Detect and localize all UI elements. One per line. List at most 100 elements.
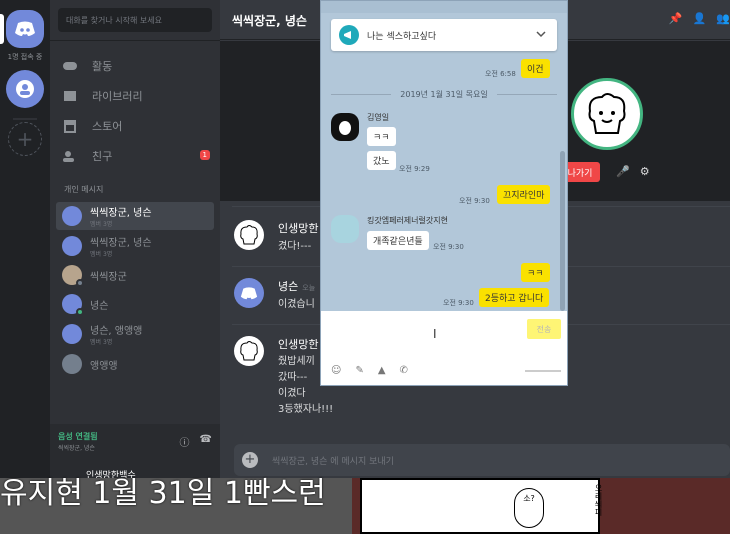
message-author[interactable]: 인생망한	[278, 336, 318, 352]
status-indicator	[76, 308, 84, 316]
avatar	[234, 336, 264, 366]
muffin-character-icon	[588, 93, 626, 134]
nav-friends-label: 친구	[92, 150, 113, 163]
dm-name: 씩씩장군, 녕슨	[90, 238, 152, 249]
group-icon	[16, 80, 34, 98]
voice-connection-panel: 음성 연결됨 씩씩장군, 녕슨 ⓘ ☎	[50, 424, 220, 464]
attach-icon[interactable]: ✎	[355, 365, 363, 376]
message-time: 오전 9:30	[459, 197, 490, 205]
avatar	[62, 236, 82, 256]
info-icon[interactable]: ⓘ	[180, 434, 190, 449]
dm-item[interactable]: 씩씩장군, 녕슨멤버 3명	[56, 202, 214, 230]
dm-item[interactable]: 앵앵앵	[56, 350, 214, 378]
guild-selected-indicator	[0, 14, 4, 44]
opacity-slider[interactable]	[525, 370, 561, 372]
library-icon	[62, 89, 78, 103]
egg-icon	[339, 121, 351, 135]
message-time: 오전 6:58	[485, 70, 516, 78]
message-text: 줬밥세끼	[278, 356, 315, 367]
microphone-icon[interactable]: 🎤	[616, 165, 630, 178]
dm-subtitle: 멤버 3명	[90, 221, 113, 228]
discord-logo-icon	[15, 21, 35, 36]
my-message: 이건	[521, 59, 550, 78]
dm-name: 녕슨	[90, 300, 109, 312]
message-text: 3등했자나!!!	[278, 404, 334, 415]
disconnect-icon[interactable]: ☎	[200, 434, 212, 449]
group-dm-icon[interactable]	[6, 70, 44, 108]
avatar	[62, 354, 82, 374]
message-text: 갔따---	[278, 372, 308, 383]
my-message: ㅋㅋ	[521, 263, 550, 282]
call-participant-avatar	[571, 78, 643, 150]
my-message: 2등하고 갑니다	[479, 288, 550, 307]
notice-text: 나는 섹스하고싶다	[367, 31, 437, 42]
server-list: 1명 접속 중 +	[0, 0, 50, 534]
store-icon	[62, 119, 78, 133]
nav-library[interactable]: 라이브러리	[58, 83, 214, 109]
send-button[interactable]: 전송	[527, 319, 561, 339]
nav-library-label: 라이브러리	[92, 90, 143, 103]
discord-home-button[interactable]	[6, 10, 44, 48]
dm-subtitle: 멤버 3명	[90, 251, 113, 258]
dm-item[interactable]: 녕슨, 앵앵앵멤버 3명	[56, 320, 214, 348]
add-friend-icon[interactable]: 👤	[693, 12, 707, 25]
call-icon[interactable]: ✆	[400, 365, 408, 376]
dm-item[interactable]: 씩씩장군, 녕슨멤버 3명	[56, 232, 214, 260]
sender-name: 김영일	[367, 113, 390, 122]
dm-subtitle: 멤버 3명	[90, 339, 113, 346]
gear-icon[interactable]: ⚙	[640, 165, 650, 178]
dm-item[interactable]: 씩씩장군	[56, 261, 214, 289]
add-server-button[interactable]: +	[8, 122, 42, 156]
avatar	[62, 265, 84, 287]
guild-separator	[13, 118, 37, 120]
their-message: 갔노	[367, 151, 396, 170]
scrollbar[interactable]	[560, 151, 565, 311]
chat-input-area[interactable]: I 전송 ☺ ✎ ▲ ✆	[321, 311, 567, 385]
attach-button[interactable]: +	[242, 452, 258, 468]
divider	[50, 40, 220, 41]
page-title: 씩씩장군, 녕슨	[232, 14, 307, 28]
status-indicator	[76, 279, 84, 287]
avatar	[62, 324, 82, 344]
message-input[interactable]: 씩씩장군, 녕슨 에 메시지 보내기	[272, 454, 394, 467]
nav-activity-label: 활동	[92, 60, 113, 73]
nav-activity[interactable]: 활동	[58, 53, 214, 79]
message-author[interactable]: 녕슨 오늘	[278, 278, 315, 294]
voice-channel-name: 씩씩장군, 녕슨	[58, 445, 95, 452]
megaphone-icon	[339, 25, 359, 45]
friends-icon	[62, 149, 78, 163]
their-message: 개족같은년들	[367, 231, 429, 250]
emoji-icon[interactable]: ☺	[331, 365, 341, 376]
pin-icon[interactable]: 📌	[669, 12, 683, 25]
dm-name: 씩씩장군, 녕슨	[90, 208, 152, 219]
search-input[interactable]: 대화를 찾거나 시작해 보세요	[58, 8, 212, 32]
dm-item[interactable]: 녕슨	[56, 290, 214, 318]
nav-store[interactable]: 스토어	[58, 113, 214, 139]
message-group: 녕슨 오늘 이겼습니	[234, 278, 324, 318]
speech-bubble: 소?	[514, 488, 544, 528]
image-icon[interactable]: ▲	[378, 365, 386, 376]
dm-name: 녕슨, 앵앵앵	[90, 326, 143, 337]
notice-banner[interactable]: 나는 섹스하고싶다	[331, 19, 557, 51]
message-time: 오전 9:30	[443, 299, 474, 307]
sender-avatar	[331, 215, 359, 243]
friends-badge: 1	[199, 150, 210, 160]
nav-store-label: 스토어	[92, 120, 123, 133]
date-divider: 2019년 1월 31일 목요일	[331, 89, 557, 100]
text-cursor: I	[433, 327, 437, 341]
avatar	[62, 206, 82, 226]
chevron-down-icon[interactable]	[535, 28, 547, 40]
avatar	[234, 220, 264, 250]
nav-friends[interactable]: 친구 1	[58, 143, 214, 169]
sender-name: 킹갓엠페러제너럴갓지현	[367, 216, 448, 225]
members-icon[interactable]: 👥	[716, 12, 730, 25]
message-author[interactable]: 인생망한	[278, 220, 318, 236]
online-count: 1명 접속 중	[7, 53, 43, 61]
message-time: 오전 9:29	[399, 165, 430, 173]
sender-avatar	[331, 113, 359, 141]
message-timestamp: 오늘	[302, 284, 316, 292]
message-text: 이겼다	[278, 388, 306, 399]
voice-status: 음성 연결됨	[58, 432, 98, 441]
comic-panel: 소? 오리씌피	[360, 478, 603, 534]
message-text: 겼다!---	[278, 241, 312, 252]
